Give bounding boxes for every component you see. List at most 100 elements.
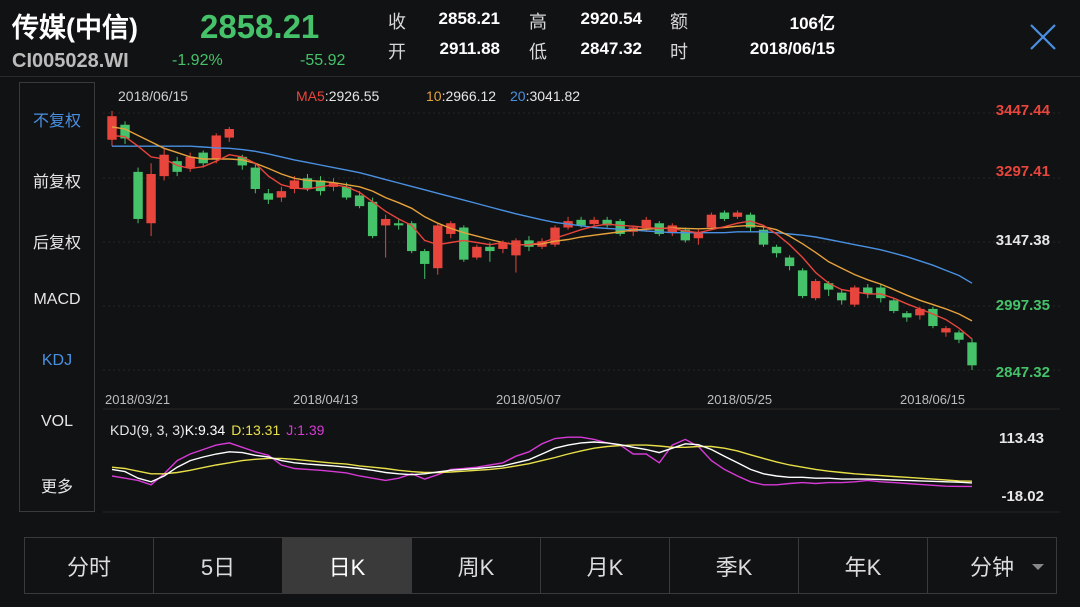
candle-body: [276, 191, 287, 198]
candle-body: [485, 246, 495, 252]
candle-body: [967, 342, 977, 366]
kline-screen: 传媒(中信) CI005028.WI 2858.21 -1.92% -55.92…: [0, 0, 1080, 607]
candle-body: [472, 246, 482, 258]
candle: [928, 306, 938, 329]
date-axis-tick-3: 2018/05/07: [496, 392, 561, 407]
candle-body: [850, 287, 860, 305]
candle-body: [380, 218, 391, 226]
kdj-lines: [111, 436, 973, 488]
kdj-axis-tick-min: -18.02: [1001, 488, 1044, 505]
candle-body: [146, 173, 156, 224]
ma20-legend-name: 20: [510, 88, 526, 104]
candle-body: [837, 292, 847, 301]
price-axis-tick-max: 3447.44: [996, 102, 1051, 119]
cursor-date-label: 2018/06/15: [118, 88, 188, 104]
candle-body: [354, 195, 365, 207]
candle: [159, 148, 169, 181]
candle: [771, 244, 782, 258]
candle-body: [589, 219, 599, 225]
kdj-legend-prefix: KDJ(9, 3, 3): [110, 422, 185, 438]
candle-body: [902, 313, 912, 318]
kdj-legend: KDJ(9, 3, 3)K:9.34 D:13.31 J:1.39: [110, 422, 325, 438]
ma20-line: [112, 145, 973, 284]
candle: [706, 212, 717, 230]
candle-body: [263, 193, 274, 200]
candle: [511, 238, 521, 273]
kdj-k-value: 9.34: [198, 422, 225, 438]
kdj-j-name: J: [286, 422, 293, 438]
candle: [902, 311, 912, 322]
candle-body: [224, 129, 234, 138]
kdj-axis-tick-max: 113.43: [999, 430, 1044, 447]
tab-quarterly-k[interactable]: 季K: [670, 538, 799, 593]
candle-body: [185, 156, 195, 168]
candle-body: [876, 287, 886, 299]
kline-chart[interactable]: 2018/06/15 MA5:2926.55 10:2966.12 20:304…: [0, 0, 1080, 530]
candle: [485, 242, 495, 262]
candle: [954, 330, 964, 344]
candle: [276, 186, 287, 202]
price-axis-tick-2: 3297.41: [996, 163, 1050, 180]
ma10-legend: 10:2966.12: [426, 88, 496, 104]
ma10-legend-value: 2966.12: [445, 88, 496, 104]
candle-body: [706, 214, 717, 228]
candle: [941, 326, 951, 337]
ma20-legend: 20:3041.82: [510, 88, 580, 104]
kdj-k-line: [111, 441, 973, 484]
candle-body: [433, 225, 443, 269]
candle-body: [810, 281, 821, 299]
candle: [863, 284, 873, 299]
candle: [472, 244, 482, 260]
candle: [758, 227, 769, 247]
candle-body: [393, 223, 404, 226]
tab-minute[interactable]: 分钟: [928, 538, 1056, 593]
candle-body: [133, 171, 143, 219]
tab-intraday[interactable]: 分时: [25, 538, 154, 593]
candle: [967, 338, 977, 370]
candlestick-series: [107, 111, 977, 370]
candle: [732, 210, 743, 219]
candle-body: [719, 212, 730, 219]
kdj-d-name: D: [231, 422, 241, 438]
candle: [797, 268, 808, 299]
candle: [837, 289, 847, 305]
tab-yearly-k[interactable]: 年K: [799, 538, 928, 593]
date-axis-tick-4: 2018/05/25: [707, 392, 772, 407]
tab-weekly-k[interactable]: 周K: [412, 538, 541, 593]
candle-body: [420, 251, 430, 264]
tab-minute-label: 分钟: [969, 554, 1014, 580]
candle-body: [784, 257, 795, 267]
candle-body: [576, 219, 586, 226]
ma5-legend-value: 2926.55: [329, 88, 380, 104]
price-axis-tick-mid: 3147.38: [996, 232, 1050, 249]
ma20-legend-value: 3041.82: [529, 88, 580, 104]
candle-body: [889, 300, 899, 312]
candle: [107, 111, 117, 147]
candle: [889, 298, 899, 314]
tab-daily-k[interactable]: 日K: [283, 538, 412, 593]
ma10-legend-name: 10: [426, 88, 442, 104]
ma5-line: [111, 134, 973, 340]
candle-body: [511, 240, 521, 256]
date-axis-tick-2: 2018/04/13: [293, 392, 358, 407]
candle: [120, 121, 130, 145]
kdj-d-value: 13.31: [245, 422, 280, 438]
candle: [810, 278, 821, 301]
candle-body: [732, 212, 743, 217]
candle: [433, 223, 443, 275]
price-axis-tick-min: 2847.32: [996, 364, 1050, 381]
candle-body: [367, 201, 378, 237]
candle: [380, 214, 391, 258]
ma-legend: MA5:2926.55: [296, 88, 380, 104]
candle-body: [941, 328, 951, 333]
tab-5day[interactable]: 5日: [154, 538, 283, 593]
tab-monthly-k[interactable]: 月K: [541, 538, 670, 593]
candle: [146, 163, 156, 237]
date-axis-tick-5: 2018/06/15: [900, 392, 965, 407]
candle: [459, 225, 469, 262]
candle-body: [954, 332, 964, 340]
candle-body: [928, 308, 938, 327]
candle: [354, 191, 365, 209]
caret-down-icon: [1032, 564, 1044, 570]
candle: [420, 248, 430, 279]
